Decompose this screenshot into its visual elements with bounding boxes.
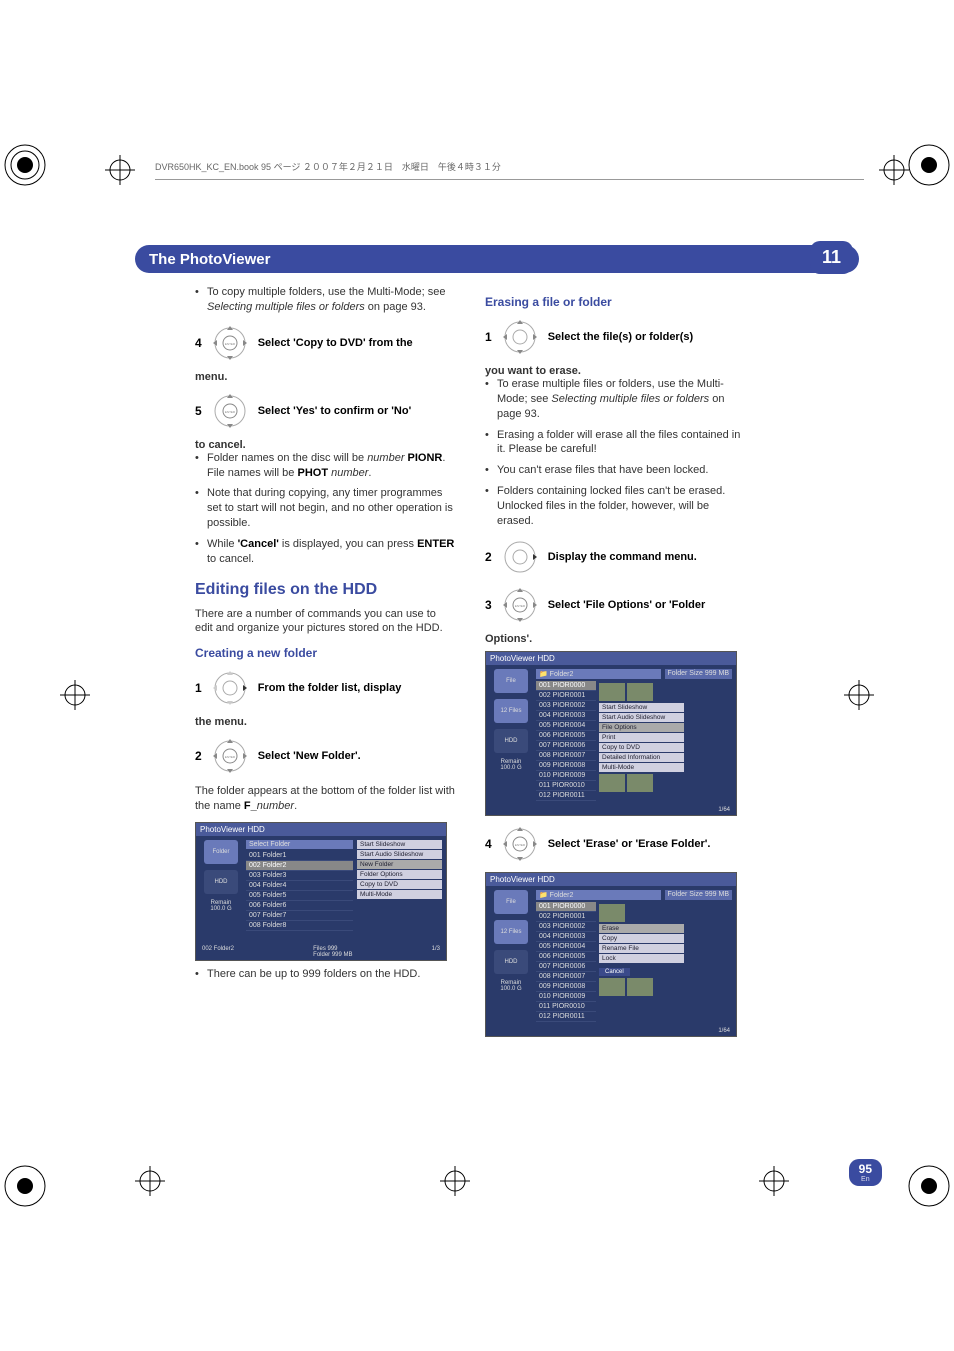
step-cont: Options'.: [485, 633, 745, 645]
subsection-heading: Creating a new folder: [195, 646, 455, 660]
svg-text:ENTER: ENTER: [225, 755, 236, 759]
ui-screenshot-3: PhotoViewer HDD File 12 Files HDD Remain…: [485, 872, 737, 1037]
step-cont: to cancel.: [195, 439, 455, 451]
svg-text:ENTER: ENTER: [225, 410, 236, 414]
page-number: 95 En: [849, 1159, 882, 1186]
step-r2: 2 Display the command menu.: [485, 537, 745, 577]
registration-mark: [0, 1156, 55, 1216]
dpad-enter-icon: ENTER: [500, 824, 540, 864]
book-header: DVR650HK_KC_EN.book 95 ページ ２００７年２月２１日 水曜…: [155, 160, 864, 180]
chapter-bar: The PhotoViewer 11: [135, 245, 859, 273]
step-cont: the menu.: [195, 716, 455, 728]
right-column: Erasing a file or folder 1 Select the fi…: [485, 285, 745, 1043]
chapter-number: 11: [810, 241, 853, 274]
crosshair-icon: [879, 155, 909, 185]
registration-mark: [0, 135, 55, 195]
step-c2: 2 ENTER Select 'New Folder'.: [195, 736, 455, 776]
section-heading: Editing files on the HDD: [195, 581, 455, 599]
body-text: The folder appears at the bottom of the …: [195, 784, 455, 814]
dpad-right-icon: [500, 537, 540, 577]
svg-text:ENTER: ENTER: [225, 342, 236, 346]
left-column: To copy multiple folders, use the Multi-…: [195, 285, 455, 1043]
step-5: 5 ENTER Select 'Yes' to confirm or 'No': [195, 391, 455, 431]
body-text: There can be up to 999 folders on the HD…: [195, 967, 455, 982]
crosshair-icon: [135, 1166, 165, 1196]
body-text: Erasing a folder will erase all the file…: [485, 428, 745, 458]
dpad-enter-icon: ENTER: [210, 736, 250, 776]
body-text: To copy multiple folders, use the Multi-…: [195, 285, 455, 315]
dpad-icon: [500, 317, 540, 357]
svg-text:ENTER: ENTER: [515, 604, 526, 608]
ui-screenshot-1: PhotoViewer HDD Folder HDD Remain100.0 G…: [195, 822, 447, 961]
svg-text:ENTER: ENTER: [515, 843, 526, 847]
ui-screenshot-2: PhotoViewer HDD File 12 Files HDD Remain…: [485, 651, 737, 816]
body-text: Folders containing locked files can't be…: [485, 484, 745, 529]
step-cont: menu.: [195, 371, 455, 383]
chapter-title: The PhotoViewer: [149, 251, 270, 268]
step-c1: 1 From the folder list, display: [195, 668, 455, 708]
step-r3: 3 ENTER Select 'File Options' or 'Folder: [485, 585, 745, 625]
crosshair-icon: [105, 155, 135, 185]
step-r1: 1 Select the file(s) or folder(s): [485, 317, 745, 357]
body-text: You can't erase files that have been loc…: [485, 463, 745, 478]
dpad-enter-icon: ENTER: [210, 391, 250, 431]
crosshair-icon: [60, 680, 90, 710]
crosshair-icon: [844, 680, 874, 710]
dpad-right-icon: [210, 668, 250, 708]
body-text: To erase multiple files or folders, use …: [485, 377, 745, 422]
registration-mark: [899, 1156, 954, 1216]
body-text: Folder names on the disc will be number …: [195, 451, 455, 481]
crosshair-icon: [759, 1166, 789, 1196]
crosshair-icon: [440, 1166, 470, 1196]
body-text: While 'Cancel' is displayed, you can pre…: [195, 537, 455, 567]
step-4: 4 ENTER Select 'Copy to DVD' from the: [195, 323, 455, 363]
step-cont: you want to erase.: [485, 365, 745, 377]
subsection-heading: Erasing a file or folder: [485, 295, 745, 309]
body-text: There are a number of commands you can u…: [195, 607, 455, 637]
body-text: Note that during copying, any timer prog…: [195, 486, 455, 531]
dpad-enter-icon: ENTER: [210, 323, 250, 363]
dpad-enter-icon: ENTER: [500, 585, 540, 625]
step-r4: 4 ENTER Select 'Erase' or 'Erase Folder'…: [485, 824, 745, 864]
